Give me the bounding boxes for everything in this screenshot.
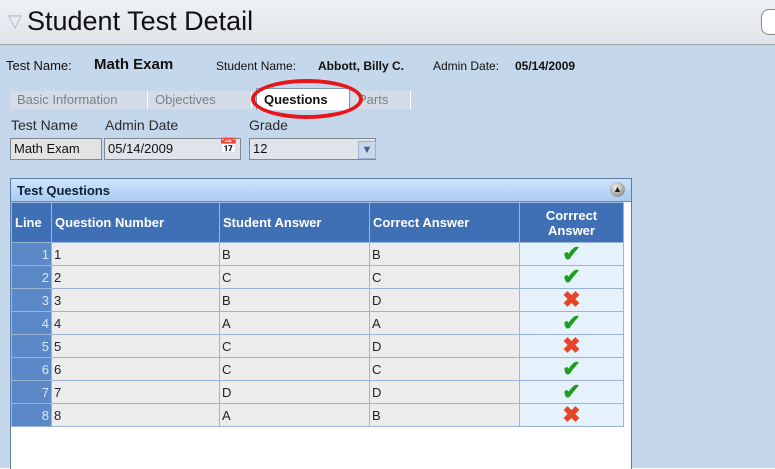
admin-date-field-value: 05/14/2009 bbox=[108, 141, 174, 156]
title-bar: ▽ Student Test Detail bbox=[0, 0, 775, 45]
tab-objectives[interactable]: Objectives bbox=[148, 91, 252, 109]
row-line-cell: 2 bbox=[11, 265, 52, 289]
grade-select-value: 12 bbox=[253, 141, 268, 156]
student-answer-cell: C bbox=[219, 334, 370, 358]
question-number-cell: 6 bbox=[51, 357, 220, 381]
grade-field-label: Grade bbox=[249, 117, 288, 133]
student-answer-cell: D bbox=[219, 380, 370, 404]
test-name-value: Math Exam bbox=[94, 56, 174, 73]
result-cell: ✔ bbox=[519, 379, 624, 404]
question-number-cell: 1 bbox=[51, 242, 220, 266]
column-header-correct-mark[interactable]: Corrrect Answer bbox=[519, 202, 624, 243]
student-answer-cell: A bbox=[219, 311, 370, 335]
student-answer-cell: B bbox=[219, 242, 370, 266]
table-row[interactable]: 7 7 D D ✔ bbox=[11, 379, 624, 404]
questions-table: Line Question Number Student Answer Corr… bbox=[11, 202, 624, 427]
row-line-cell: 6 bbox=[11, 357, 52, 381]
question-number-cell: 4 bbox=[51, 311, 220, 335]
question-number-cell: 3 bbox=[51, 288, 220, 312]
question-number-cell: 7 bbox=[51, 380, 220, 404]
correct-answer-cell: A bbox=[369, 311, 520, 335]
student-answer-cell: C bbox=[219, 357, 370, 381]
chevron-down-icon[interactable]: ▼ bbox=[358, 141, 376, 159]
row-line-cell: 3 bbox=[11, 288, 52, 312]
checkmark-icon: ✔ bbox=[562, 310, 581, 335]
row-line-cell: 8 bbox=[11, 403, 52, 427]
correct-answer-cell: C bbox=[369, 265, 520, 289]
cross-icon: ✖ bbox=[562, 287, 581, 312]
row-line-cell: 1 bbox=[11, 242, 52, 266]
result-cell: ✔ bbox=[519, 310, 624, 335]
app-window: ▽ Student Test Detail Test Name: Math Ex… bbox=[0, 0, 775, 469]
collapse-icon[interactable]: ▲ bbox=[610, 182, 625, 197]
student-answer-cell: C bbox=[219, 265, 370, 289]
panel-title: Test Questions bbox=[17, 183, 110, 198]
checkmark-icon: ✔ bbox=[562, 379, 581, 404]
row-line-cell: 5 bbox=[11, 334, 52, 358]
checkmark-icon: ✔ bbox=[562, 241, 581, 266]
column-header-correct-answer[interactable]: Correct Answer bbox=[369, 202, 520, 243]
table-row[interactable]: 6 6 C C ✔ bbox=[11, 356, 624, 381]
row-line-cell: 7 bbox=[11, 380, 52, 404]
student-name-label: Student Name: bbox=[216, 59, 297, 73]
test-questions-panel: Test Questions ▲ Line Question Number St… bbox=[10, 178, 632, 469]
table-header-row: Line Question Number Student Answer Corr… bbox=[11, 202, 624, 243]
question-number-cell: 2 bbox=[51, 265, 220, 289]
table-row[interactable]: 2 2 C C ✔ bbox=[11, 264, 624, 289]
result-cell: ✖ bbox=[519, 333, 624, 358]
checkmark-icon: ✔ bbox=[562, 264, 581, 289]
filter-icon[interactable]: ▽ bbox=[8, 11, 22, 32]
result-cell: ✖ bbox=[519, 287, 624, 312]
column-header-question-number[interactable]: Question Number bbox=[51, 202, 220, 243]
correct-answer-cell: B bbox=[369, 242, 520, 266]
test-name-label: Test Name: bbox=[6, 58, 72, 73]
test-info-bar: Test Name: Math Exam Student Name: Abbot… bbox=[0, 45, 775, 85]
test-name-field[interactable]: Math Exam bbox=[10, 138, 102, 160]
student-name-value: Abbott, Billy C. bbox=[318, 59, 404, 73]
test-name-field-label: Test Name bbox=[11, 117, 78, 133]
admin-date-label: Admin Date: bbox=[433, 59, 500, 73]
result-cell: ✔ bbox=[519, 241, 624, 266]
student-answer-cell: B bbox=[219, 288, 370, 312]
correct-answer-cell: D bbox=[369, 334, 520, 358]
row-line-cell: 4 bbox=[11, 311, 52, 335]
table-row[interactable]: 3 3 B D ✖ bbox=[11, 287, 624, 312]
result-cell: ✔ bbox=[519, 264, 624, 289]
correct-answer-cell: D bbox=[369, 288, 520, 312]
checkmark-icon: ✔ bbox=[562, 356, 581, 381]
table-row[interactable]: 4 4 A A ✔ bbox=[11, 310, 624, 335]
column-header-line[interactable]: Line bbox=[11, 202, 52, 243]
student-answer-cell: A bbox=[219, 403, 370, 427]
calendar-icon[interactable]: 📅 bbox=[219, 139, 238, 155]
column-header-student-answer[interactable]: Student Answer bbox=[219, 202, 370, 243]
result-cell: ✖ bbox=[519, 402, 624, 427]
grade-select[interactable]: 12 bbox=[249, 138, 376, 160]
admin-date-value: 05/14/2009 bbox=[515, 59, 576, 73]
result-cell: ✔ bbox=[519, 356, 624, 381]
correct-answer-cell: C bbox=[369, 357, 520, 381]
admin-date-field-label: Admin Date bbox=[105, 117, 179, 133]
cross-icon: ✖ bbox=[562, 333, 581, 358]
window-control-button[interactable] bbox=[761, 9, 775, 35]
question-number-cell: 5 bbox=[51, 334, 220, 358]
highlight-annotation bbox=[251, 79, 363, 119]
correct-answer-cell: B bbox=[369, 403, 520, 427]
panel-header: Test Questions ▲ bbox=[11, 179, 631, 202]
cross-icon: ✖ bbox=[562, 402, 581, 427]
table-row[interactable]: 5 5 C D ✖ bbox=[11, 333, 624, 358]
correct-answer-cell: D bbox=[369, 380, 520, 404]
tab-basic-information[interactable]: Basic Information bbox=[10, 91, 148, 109]
page-title: Student Test Detail bbox=[27, 6, 254, 36]
question-number-cell: 8 bbox=[51, 403, 220, 427]
table-row[interactable]: 1 1 B B ✔ bbox=[11, 241, 624, 266]
table-row[interactable]: 8 8 A B ✖ bbox=[11, 402, 624, 427]
